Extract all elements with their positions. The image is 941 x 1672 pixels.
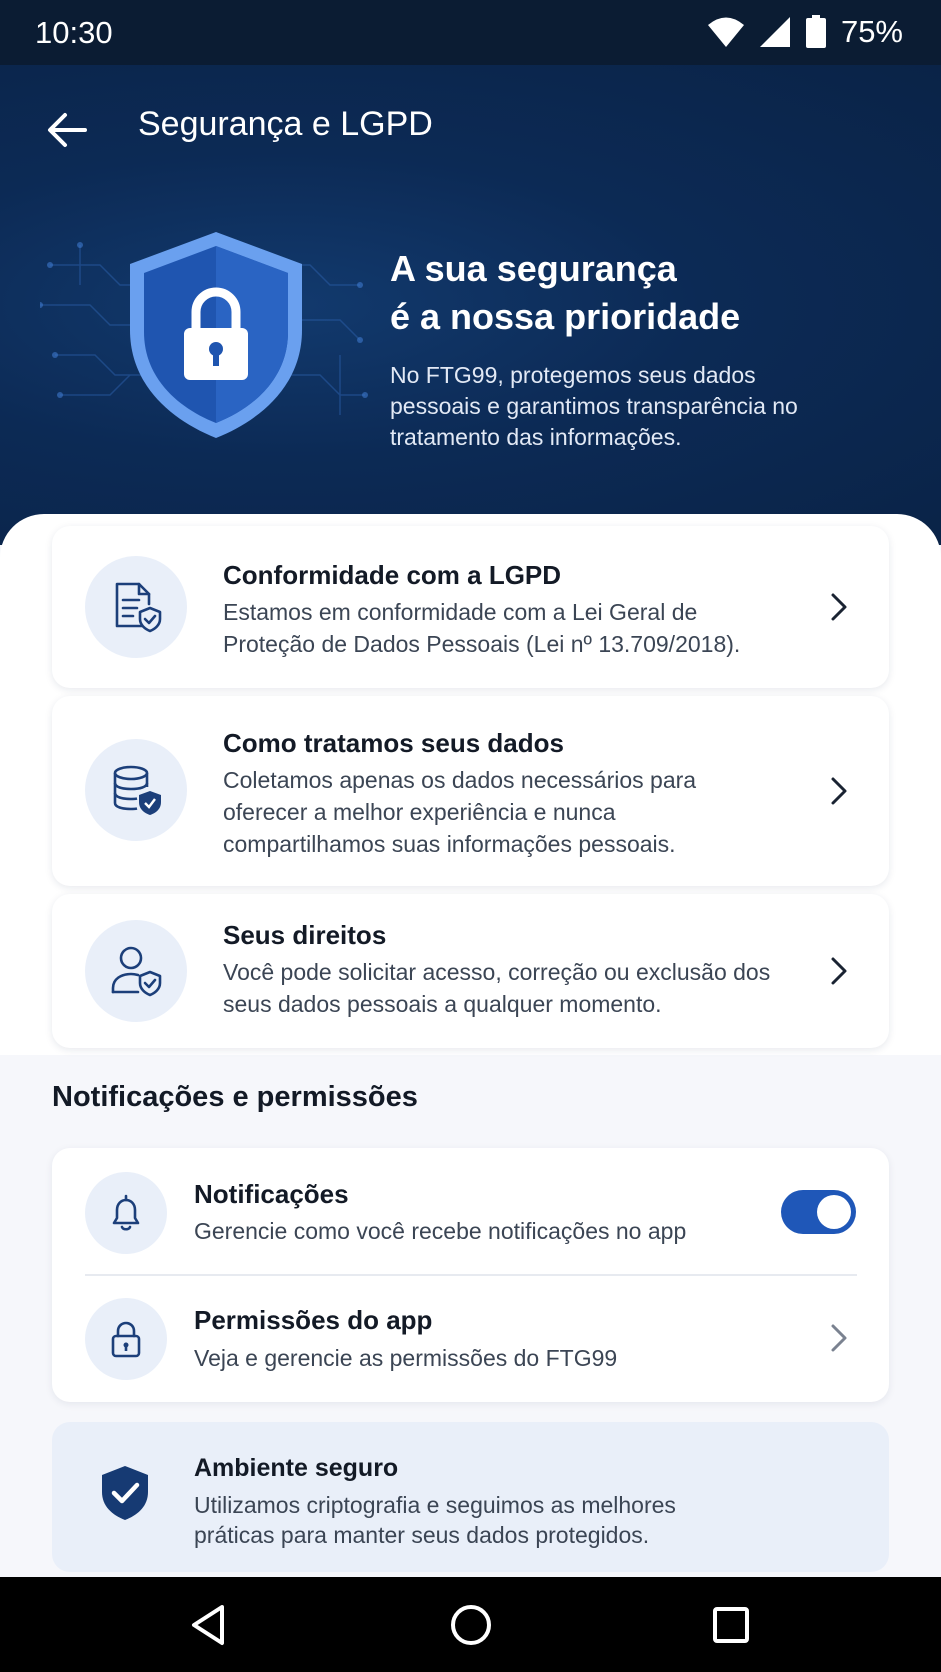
card-title: Como tratamos seus dados xyxy=(223,728,564,758)
section-title: Notificações e permissões xyxy=(52,1081,418,1113)
back-button[interactable] xyxy=(42,105,92,155)
icon-circle xyxy=(85,556,187,658)
hero-description: No FTG99, protegemos seus dados pessoais… xyxy=(390,362,798,450)
app-permissions-row[interactable]: Permissões do app Veja e gerencie as per… xyxy=(52,1275,889,1402)
triangle-back-icon xyxy=(192,1605,224,1645)
shield-lock-icon xyxy=(130,232,302,438)
app-permissions-description: Veja e gerencie as permissões do FTG99 xyxy=(194,1345,618,1371)
notifications-description: Gerencie como você recebe notificações n… xyxy=(194,1218,687,1244)
status-time: 10:30 xyxy=(35,15,113,50)
chevron-right-icon xyxy=(831,593,847,621)
card-title: Conformidade com a LGPD xyxy=(223,560,562,590)
toggle-knob xyxy=(817,1195,851,1229)
icon-circle xyxy=(85,920,187,1022)
user-shield-icon xyxy=(111,946,162,997)
secure-title: Ambiente seguro xyxy=(194,1454,399,1482)
chevron-right-icon xyxy=(831,777,847,805)
notifications-row[interactable]: Notificações Gerencie como você recebe n… xyxy=(52,1148,889,1275)
document-shield-icon xyxy=(115,582,162,633)
card-description: Você pode solicitar acesso, correção ou … xyxy=(223,959,771,1017)
hero-heading-line-1: A sua segurança xyxy=(390,248,677,289)
notifications-title: Notificações xyxy=(194,1179,349,1209)
app-permissions-title: Permissões do app xyxy=(194,1305,433,1335)
notifications-toggle[interactable] xyxy=(781,1190,856,1234)
system-nav-bar xyxy=(0,1577,941,1672)
shield-check-icon xyxy=(102,1466,148,1520)
card-your-rights[interactable]: Seus direitos Você pode solicitar acesso… xyxy=(52,894,889,1048)
card-description: Coletamos apenas os dados necessários pa… xyxy=(223,767,697,857)
lock-icon xyxy=(111,1321,141,1358)
card-lgpd-compliance[interactable]: Conformidade com a LGPD Estamos em confo… xyxy=(52,526,889,688)
database-shield-icon xyxy=(113,765,161,815)
bell-icon xyxy=(112,1194,140,1231)
chevron-right-icon xyxy=(831,957,847,985)
arrow-left-icon xyxy=(48,113,87,147)
signal-icon xyxy=(759,17,790,47)
hero-heading-line-2: é a nossa prioridade xyxy=(390,296,741,337)
page-title: Segurança e LGPD xyxy=(138,105,433,143)
card-description: Estamos em conformidade com a Lei Geral … xyxy=(223,599,741,657)
battery-percent: 75% xyxy=(840,14,903,49)
nav-recents-button[interactable] xyxy=(705,1599,757,1651)
circle-home-icon xyxy=(451,1605,491,1645)
nav-back-button[interactable] xyxy=(182,1599,234,1651)
nav-home-button[interactable] xyxy=(445,1599,497,1651)
hero-heading: A sua segurança é a nossa prioridade xyxy=(390,245,890,341)
status-icons: 75% xyxy=(707,14,903,50)
wifi-icon xyxy=(707,17,744,47)
square-recents-icon xyxy=(713,1607,749,1643)
secure-description: Utilizamos criptografia e seguimos as me… xyxy=(194,1492,676,1548)
permissions-card: Notificações Gerencie como você recebe n… xyxy=(52,1148,889,1402)
card-data-handling[interactable]: Como tratamos seus dados Coletamos apena… xyxy=(52,696,889,886)
battery-icon xyxy=(805,15,826,48)
card-title: Seus direitos xyxy=(223,920,387,950)
status-bar: 10:30 75% xyxy=(0,0,941,65)
icon-circle xyxy=(85,1172,167,1254)
icon-circle xyxy=(85,1298,167,1380)
secure-environment-banner: Ambiente seguro Utilizamos criptografia … xyxy=(52,1422,889,1572)
chevron-right-icon xyxy=(831,1324,847,1352)
icon-circle xyxy=(85,739,187,841)
hero-banner: Segurança e LGPD A sua segurança é a nos… xyxy=(0,65,941,545)
